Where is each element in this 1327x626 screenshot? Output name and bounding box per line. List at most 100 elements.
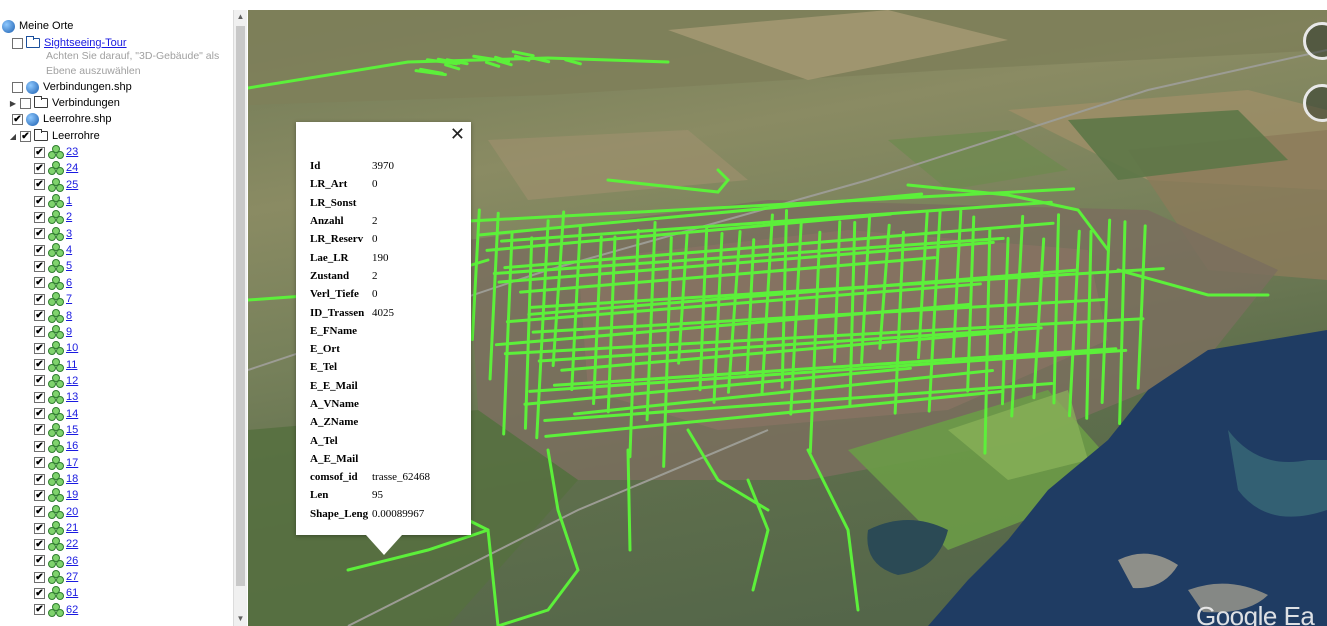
leerrohre-item[interactable]: ✔ 7 xyxy=(34,291,72,307)
leerrohre-item[interactable]: ✔ 21 xyxy=(34,520,78,536)
item-link[interactable]: 19 xyxy=(66,489,78,501)
checkbox[interactable] xyxy=(12,81,23,93)
item-link[interactable]: 25 xyxy=(66,179,78,191)
leerrohre-item[interactable]: ✔ 27 xyxy=(34,569,78,585)
checkbox[interactable]: ✔ xyxy=(12,113,23,125)
item-link[interactable]: 9 xyxy=(66,326,72,338)
leerrohre-item[interactable]: ✔ 22 xyxy=(34,536,78,552)
item-link[interactable]: 23 xyxy=(66,146,78,158)
item-link[interactable]: 17 xyxy=(66,457,78,469)
checkbox[interactable]: ✔ xyxy=(34,538,45,550)
checkbox[interactable]: ✔ xyxy=(34,408,45,420)
checkbox[interactable]: ✔ xyxy=(34,195,45,207)
scroll-up-icon[interactable]: ▲ xyxy=(234,10,247,24)
checkbox[interactable]: ✔ xyxy=(34,587,45,599)
leerrohre-item[interactable]: ✔ 4 xyxy=(34,242,72,258)
item-link[interactable]: 6 xyxy=(66,277,72,289)
checkbox[interactable]: ✔ xyxy=(34,522,45,534)
checkbox[interactable]: ✔ xyxy=(34,260,45,272)
leerrohre-item[interactable]: ✔ 13 xyxy=(34,389,78,405)
checkbox[interactable]: ✔ xyxy=(34,146,45,158)
checkbox[interactable]: ✔ xyxy=(34,326,45,338)
leerrohre-item[interactable]: ✔ 11 xyxy=(34,357,77,373)
leerrohre-item[interactable]: ✔ 10 xyxy=(34,340,78,356)
checkbox[interactable]: ✔ xyxy=(34,391,45,403)
item-link[interactable]: 2 xyxy=(66,211,72,223)
leerrohre-item[interactable]: ✔ 9 xyxy=(34,324,72,340)
checkbox[interactable]: ✔ xyxy=(34,571,45,583)
tree-row-leerrohre-folder[interactable]: ◢ ✔ Leerrohre xyxy=(8,128,100,144)
sightseeing-link[interactable]: Sightseeing-Tour xyxy=(44,37,127,49)
leerrohre-item[interactable]: ✔ 16 xyxy=(34,438,78,454)
checkbox[interactable]: ✔ xyxy=(34,277,45,289)
leerrohre-item[interactable]: ✔ 15 xyxy=(34,422,78,438)
item-link[interactable]: 20 xyxy=(66,506,78,518)
checkbox[interactable]: ✔ xyxy=(34,179,45,191)
leerrohre-item[interactable]: ✔ 14 xyxy=(34,406,78,422)
checkbox[interactable]: ✔ xyxy=(34,375,45,387)
leerrohre-item[interactable]: ✔ 12 xyxy=(34,373,78,389)
item-link[interactable]: 24 xyxy=(66,162,78,174)
item-link[interactable]: 7 xyxy=(66,293,72,305)
item-link[interactable]: 62 xyxy=(66,604,78,616)
checkbox[interactable]: ✔ xyxy=(34,342,45,354)
leerrohre-item[interactable]: ✔ 6 xyxy=(34,275,72,291)
checkbox[interactable]: ✔ xyxy=(34,424,45,436)
leerrohre-item[interactable]: ✔ 1 xyxy=(34,193,72,209)
checkbox[interactable]: ✔ xyxy=(34,440,45,452)
leerrohre-item[interactable]: ✔ 20 xyxy=(34,504,78,520)
leerrohre-item[interactable]: ✔ 26 xyxy=(34,553,78,569)
leerrohre-item[interactable]: ✔ 18 xyxy=(34,471,78,487)
item-link[interactable]: 3 xyxy=(66,228,72,240)
checkbox[interactable]: ✔ xyxy=(34,359,45,371)
leerrohre-item[interactable]: ✔ 17 xyxy=(34,455,78,471)
item-link[interactable]: 8 xyxy=(66,310,72,322)
item-link[interactable]: 11 xyxy=(66,359,77,371)
leerrohre-item[interactable]: ✔ 23 xyxy=(34,144,78,160)
item-link[interactable]: 10 xyxy=(66,342,78,354)
collapse-arrow-icon[interactable]: ◢ xyxy=(8,132,18,141)
scroll-thumb[interactable] xyxy=(236,26,245,586)
leerrohre-item[interactable]: ✔ 25 xyxy=(34,177,78,193)
expand-arrow-icon[interactable]: ▶ xyxy=(8,99,18,108)
checkbox[interactable]: ✔ xyxy=(34,228,45,240)
checkbox[interactable]: ✔ xyxy=(34,162,45,174)
leerrohre-item[interactable]: ✔ 24 xyxy=(34,160,78,176)
item-link[interactable]: 18 xyxy=(66,473,78,485)
leerrohre-item[interactable]: ✔ 2 xyxy=(34,209,72,225)
item-link[interactable]: 14 xyxy=(66,408,78,420)
item-link[interactable]: 13 xyxy=(66,391,78,403)
checkbox[interactable] xyxy=(20,97,31,109)
scroll-down-icon[interactable]: ▼ xyxy=(234,612,247,626)
checkbox[interactable]: ✔ xyxy=(34,604,45,616)
leerrohre-item[interactable]: ✔ 5 xyxy=(34,258,72,274)
leerrohre-item[interactable]: ✔ 8 xyxy=(34,308,72,324)
item-link[interactable]: 1 xyxy=(66,195,72,207)
item-link[interactable]: 15 xyxy=(66,424,78,436)
checkbox[interactable]: ✔ xyxy=(34,244,45,256)
leerrohre-item[interactable]: ✔ 61 xyxy=(34,585,78,601)
leerrohre-item[interactable]: ✔ 3 xyxy=(34,226,72,242)
tree-row-verbindungen-folder[interactable]: ▶ Verbindungen xyxy=(8,95,120,111)
tree-row-leerrohre-shp[interactable]: ✔ Leerrohre.shp xyxy=(12,111,112,127)
leerrohre-item[interactable]: ✔ 62 xyxy=(34,602,78,618)
checkbox[interactable]: ✔ xyxy=(20,130,31,142)
tree-row-verbindungen-shp[interactable]: Verbindungen.shp xyxy=(12,79,132,95)
checkbox[interactable]: ✔ xyxy=(34,457,45,469)
item-link[interactable]: 22 xyxy=(66,538,78,550)
checkbox[interactable]: ✔ xyxy=(34,555,45,567)
item-link[interactable]: 27 xyxy=(66,571,78,583)
checkbox[interactable]: ✔ xyxy=(34,310,45,321)
checkbox[interactable]: ✔ xyxy=(34,293,45,305)
item-link[interactable]: 21 xyxy=(66,522,78,534)
item-link[interactable]: 26 xyxy=(66,555,78,567)
tree-row-meine-orte[interactable]: Meine Orte xyxy=(2,18,73,34)
leerrohre-item[interactable]: ✔ 19 xyxy=(34,487,78,503)
checkbox[interactable]: ✔ xyxy=(34,489,45,501)
checkbox[interactable]: ✔ xyxy=(34,506,45,518)
item-link[interactable]: 61 xyxy=(66,587,78,599)
close-icon[interactable]: ✕ xyxy=(450,124,465,144)
checkbox[interactable] xyxy=(12,37,23,49)
item-link[interactable]: 16 xyxy=(66,440,78,452)
tree-scrollbar[interactable]: ▲ ▼ xyxy=(233,10,247,626)
